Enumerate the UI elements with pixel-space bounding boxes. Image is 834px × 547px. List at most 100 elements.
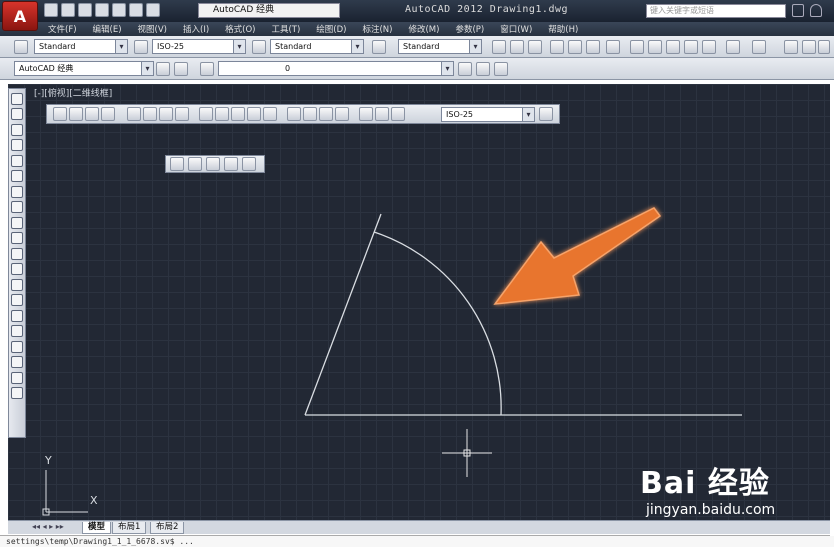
baseline-dim-icon[interactable] (215, 107, 229, 121)
user-icon[interactable] (810, 4, 822, 17)
customize-icon[interactable] (174, 62, 188, 76)
workspace-switch-dropdown[interactable]: AutoCAD 经典 (14, 61, 154, 76)
jogged-dim-icon[interactable] (143, 107, 157, 121)
multiline-text-icon[interactable] (11, 371, 23, 384)
dim-space-icon[interactable] (247, 107, 261, 121)
radius-dim-icon[interactable] (127, 107, 141, 121)
spline-icon[interactable] (11, 216, 23, 229)
table-icon[interactable] (11, 356, 23, 368)
save-file-icon[interactable] (528, 40, 542, 54)
measure-area-icon[interactable] (224, 157, 238, 171)
viewport-dim-style-dropdown[interactable]: ISO-25 (441, 107, 535, 122)
menu-help[interactable]: 帮助(H) (548, 23, 578, 35)
menu-modify[interactable]: 修改(M) (408, 23, 439, 35)
match-properties-icon[interactable] (684, 40, 698, 54)
center-mark-icon[interactable] (303, 107, 317, 121)
jogged-linear-icon[interactable] (335, 107, 349, 121)
continue-dim-icon[interactable] (231, 107, 245, 121)
drawing-canvas[interactable] (8, 84, 830, 520)
make-block-icon[interactable] (11, 278, 23, 291)
save-icon[interactable] (78, 3, 92, 17)
plot-preview-icon[interactable] (568, 40, 582, 54)
tolerance-icon[interactable] (287, 107, 301, 121)
menu-format[interactable]: 格式(O) (225, 23, 255, 35)
menu-parametric[interactable]: 参数(P) (455, 23, 484, 35)
tab-model[interactable]: 模型 (82, 522, 112, 534)
menu-edit[interactable]: 编辑(E) (93, 23, 122, 35)
text-style-dropdown[interactable]: Standard (34, 39, 128, 54)
measure-distance-icon[interactable] (170, 157, 184, 171)
drawing-area[interactable]: Y X (8, 84, 830, 520)
application-menu-button[interactable]: A (2, 1, 38, 31)
menu-draw[interactable]: 绘图(D) (316, 23, 346, 35)
polygon-icon[interactable] (11, 139, 23, 151)
undo-icon[interactable] (726, 40, 740, 54)
print-icon[interactable] (112, 3, 126, 17)
angular-dim-icon[interactable] (175, 107, 189, 121)
menu-file[interactable]: 文件(F) (48, 23, 77, 35)
menu-tools[interactable]: 工具(T) (271, 23, 300, 35)
dim-update-icon[interactable] (391, 107, 405, 121)
multileader-style-icon[interactable] (372, 40, 386, 54)
arc[interactable] (373, 231, 502, 416)
qnew-icon[interactable] (492, 40, 506, 54)
binoculars-icon[interactable] (792, 4, 804, 17)
dim-text-edit-icon[interactable] (375, 107, 389, 121)
line-tool-icon[interactable] (11, 92, 23, 105)
open-file-icon[interactable] (510, 40, 524, 54)
menu-dimension[interactable]: 标注(N) (362, 23, 392, 35)
redo-icon[interactable] (752, 40, 766, 54)
table-style-dropdown[interactable]: Standard (270, 39, 364, 54)
dim-style-dropdown[interactable]: ISO-25 (152, 39, 246, 54)
menu-window[interactable]: 窗口(W) (500, 23, 532, 35)
quick-dim-icon[interactable] (199, 107, 213, 121)
menu-view[interactable]: 视图(V) (138, 23, 167, 35)
save-as-icon[interactable] (95, 3, 109, 17)
block-editor-icon[interactable] (702, 40, 716, 54)
zoom-realtime-icon[interactable] (802, 40, 816, 54)
redo-icon[interactable] (146, 3, 160, 17)
menu-insert[interactable]: 插入(I) (183, 23, 209, 35)
tab-layout1[interactable]: 布局1 (112, 522, 147, 534)
measure-angle-icon[interactable] (206, 157, 220, 171)
aligned-dim-icon[interactable] (69, 107, 83, 121)
inspection-icon[interactable] (319, 107, 333, 121)
search-input[interactable]: 键入关键字或短语 (646, 4, 786, 18)
circle-icon[interactable] (11, 185, 23, 198)
ellipse-arc-icon[interactable] (11, 247, 23, 260)
paste-icon[interactable] (666, 40, 680, 54)
open-icon[interactable] (61, 3, 75, 17)
3d-dwf-icon[interactable] (606, 40, 620, 54)
dim-break-icon[interactable] (263, 107, 277, 121)
point-icon[interactable] (11, 294, 23, 306)
measure-radius-icon[interactable] (188, 157, 202, 171)
layer-previous-icon[interactable] (476, 62, 490, 76)
layer-state-icon[interactable] (494, 62, 508, 76)
tab-layout2[interactable]: 布局2 (150, 522, 185, 534)
text-style-icon[interactable] (14, 40, 28, 54)
plot-icon[interactable] (550, 40, 564, 54)
publish-icon[interactable] (586, 40, 600, 54)
revision-cloud-icon[interactable] (11, 201, 23, 213)
command-line[interactable]: settings\temp\Drawing1_1_1_6678.sv$ ... (0, 535, 834, 547)
copy-icon[interactable] (648, 40, 662, 54)
tab-nav-arrows-icon[interactable]: ◂◂ ◂ ▸ ▸▸ (32, 522, 64, 531)
hatch-icon[interactable] (11, 309, 23, 322)
layer-properties-icon[interactable] (200, 62, 214, 76)
measure-volume-icon[interactable] (242, 157, 256, 171)
polyline-icon[interactable] (11, 123, 23, 136)
layer-dropdown[interactable]: 0 (218, 61, 454, 76)
table-style-icon[interactable] (252, 40, 266, 54)
dim-edit-icon[interactable] (359, 107, 373, 121)
new-icon[interactable] (44, 3, 58, 17)
cut-icon[interactable] (630, 40, 644, 54)
diameter-dim-icon[interactable] (159, 107, 173, 121)
insert-block-icon[interactable] (11, 263, 23, 275)
linear-dim-icon[interactable] (53, 107, 67, 121)
viewport-controls-label[interactable]: [-][俯视][二维线框] (34, 86, 112, 99)
workspace-settings-icon[interactable] (156, 62, 170, 76)
arc-length-dim-icon[interactable] (85, 107, 99, 121)
multileader-style-dropdown[interactable]: Standard (398, 39, 482, 54)
workspace-dropdown[interactable]: AutoCAD 经典 (198, 3, 340, 18)
pan-icon[interactable] (784, 40, 798, 54)
